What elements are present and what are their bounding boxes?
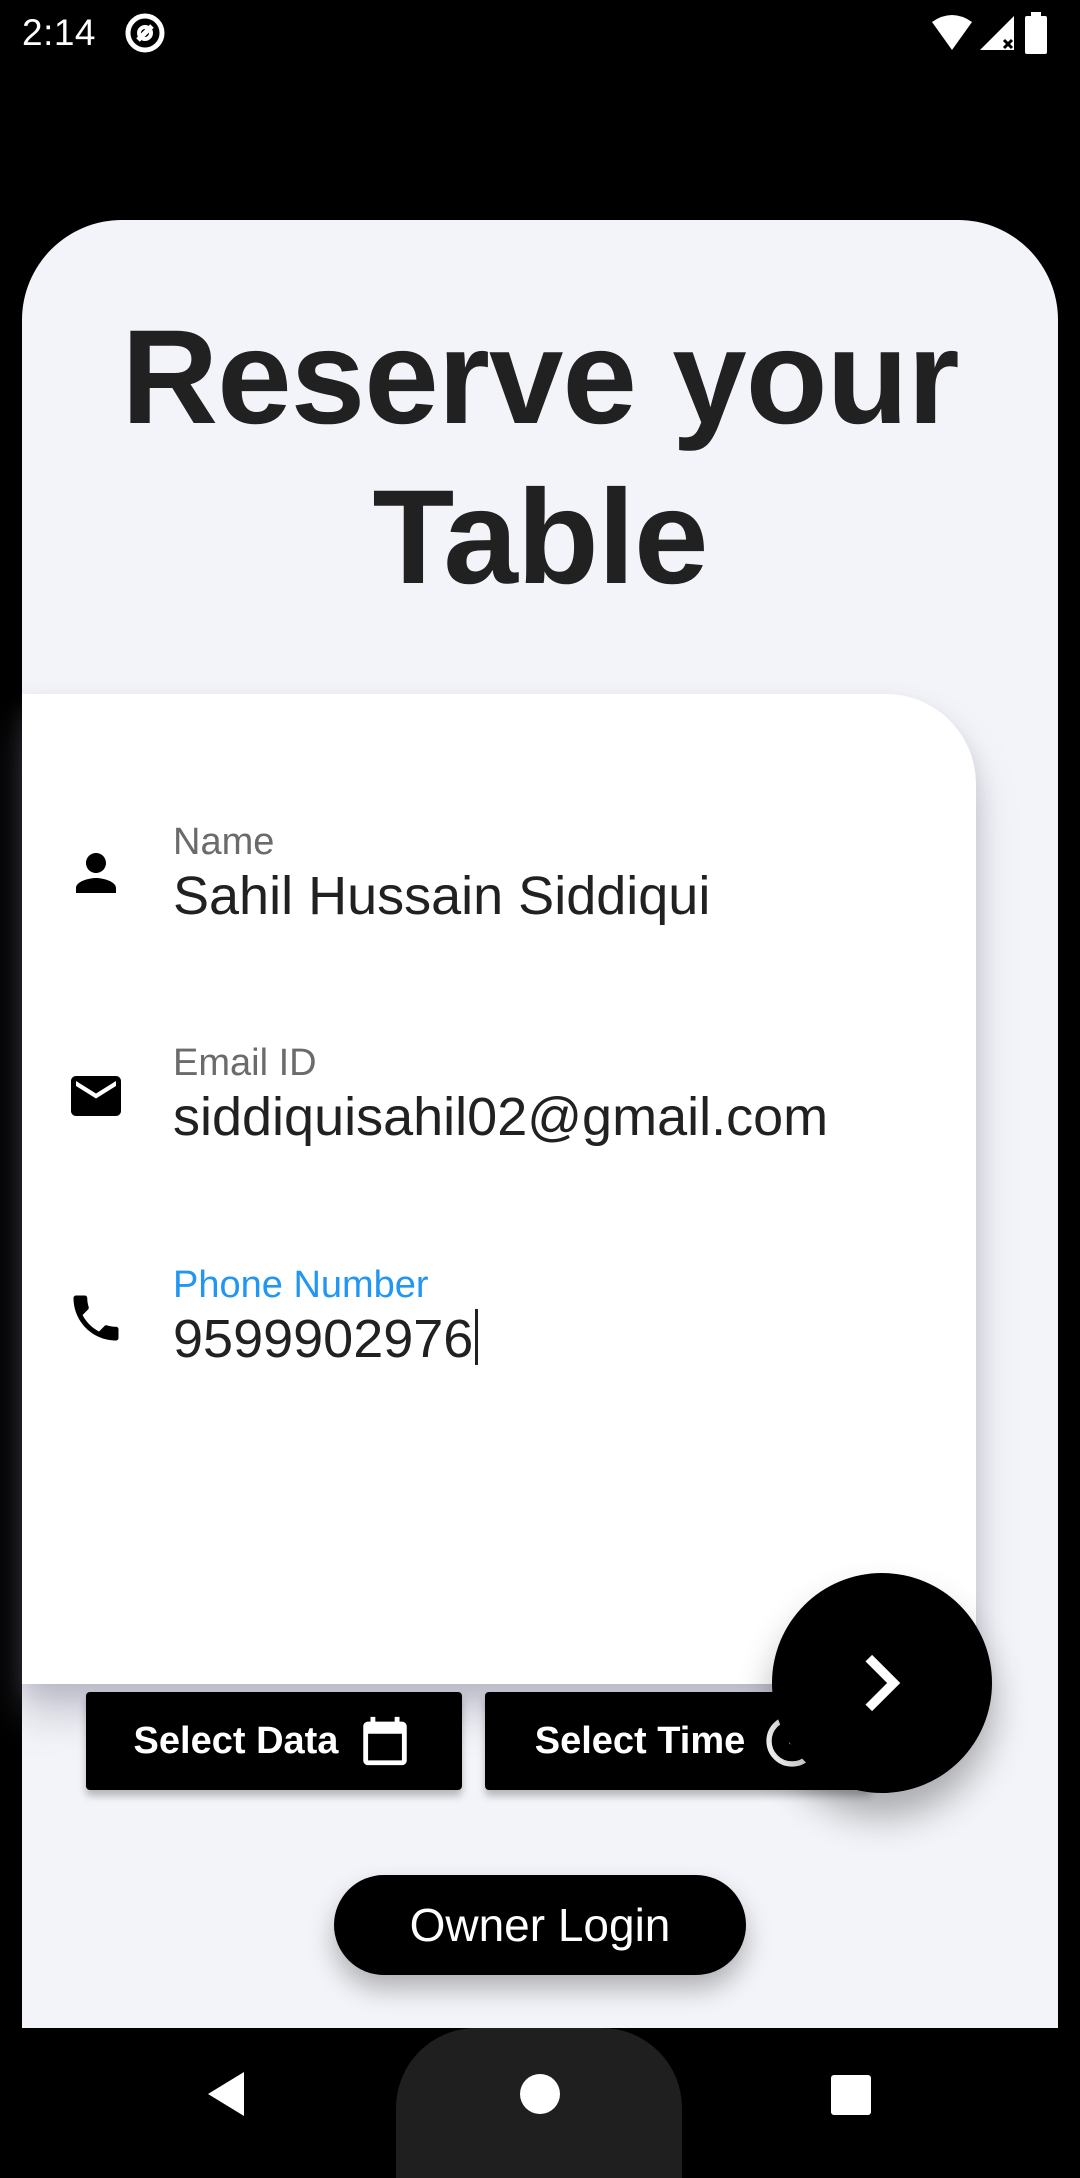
email-input[interactable]: siddiquisahil02@gmail.com [173, 1086, 828, 1148]
phone-field[interactable]: Phone Number 9599902976 [22, 1264, 976, 1414]
phone-icon [73, 1295, 119, 1341]
owner-login-label: Owner Login [409, 1899, 671, 1951]
navigation-bar [0, 2028, 1080, 2178]
person-icon [76, 853, 116, 893]
home-icon[interactable] [518, 2072, 562, 2116]
name-field[interactable]: Name Sahil Hussain Siddiqui [22, 821, 976, 971]
name-label: Name [173, 821, 275, 863]
owner-login-button[interactable]: Owner Login [334, 1875, 746, 1975]
mail-icon [71, 1076, 121, 1116]
wifi-icon [932, 15, 972, 50]
next-fab-button[interactable] [772, 1573, 992, 1793]
recents-icon[interactable] [830, 2074, 872, 2116]
status-bar: 2:14 [0, 0, 1080, 66]
status-time: 2:14 [22, 12, 97, 53]
reservation-form-card: Name Sahil Hussain Siddiqui Email ID sid… [22, 694, 976, 1790]
battery-icon [1025, 12, 1047, 54]
app-notification-icon [125, 13, 165, 53]
select-time-label: Select Time [534, 1719, 746, 1762]
select-date-button[interactable]: Select Data [86, 1692, 462, 1790]
phone-input[interactable]: 9599902976 [173, 1308, 479, 1370]
chevron-right-icon [865, 1654, 901, 1712]
back-icon[interactable] [204, 2070, 248, 2118]
email-label: Email ID [173, 1042, 317, 1084]
calendar-icon [363, 1716, 408, 1766]
page-title: Reserve your Table [121, 303, 959, 612]
text-cursor [475, 1309, 479, 1365]
signal-icon [980, 16, 1014, 50]
name-input[interactable]: Sahil Hussain Siddiqui [173, 865, 710, 927]
email-field[interactable]: Email ID siddiquisahil02@gmail.com [22, 1042, 976, 1192]
select-date-label: Select Data [133, 1719, 339, 1762]
main-sheet: Reserve your Table Name Sahil Hussain Si… [22, 220, 1058, 2028]
phone-value: 9599902976 [173, 1309, 474, 1369]
phone-label: Phone Number [173, 1264, 429, 1306]
